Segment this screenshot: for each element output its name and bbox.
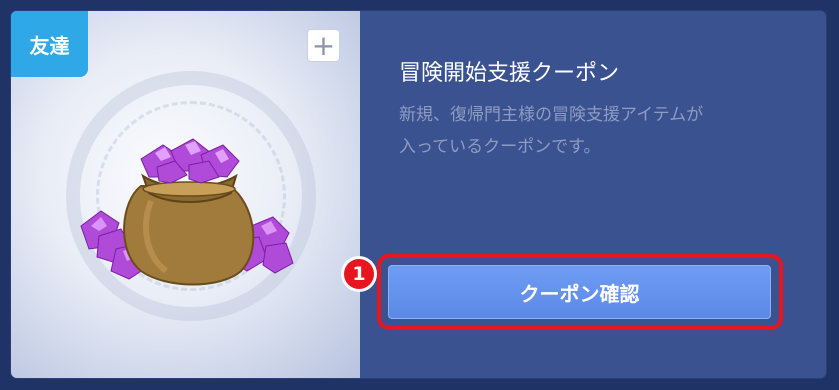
coupon-description: 新規、復帰門主様の冒険支援アイテムが 入っているクーポンです。 bbox=[399, 99, 799, 163]
description-line-2: 入っているクーポンです。 bbox=[399, 137, 601, 157]
coupon-image: 友達 + bbox=[11, 11, 360, 378]
coupon-confirm-button[interactable]: クーポン確認 bbox=[388, 265, 771, 319]
description-line-1: 新規、復帰門主様の冒険支援アイテムが bbox=[399, 105, 704, 125]
step-marker: 1 bbox=[344, 259, 374, 289]
plus-icon[interactable]: + bbox=[307, 29, 340, 62]
coupon-title: 冒険開始支援クーポン bbox=[399, 61, 620, 86]
gem-pouch-icon bbox=[80, 138, 294, 286]
friend-tag: 友達 bbox=[11, 11, 88, 77]
